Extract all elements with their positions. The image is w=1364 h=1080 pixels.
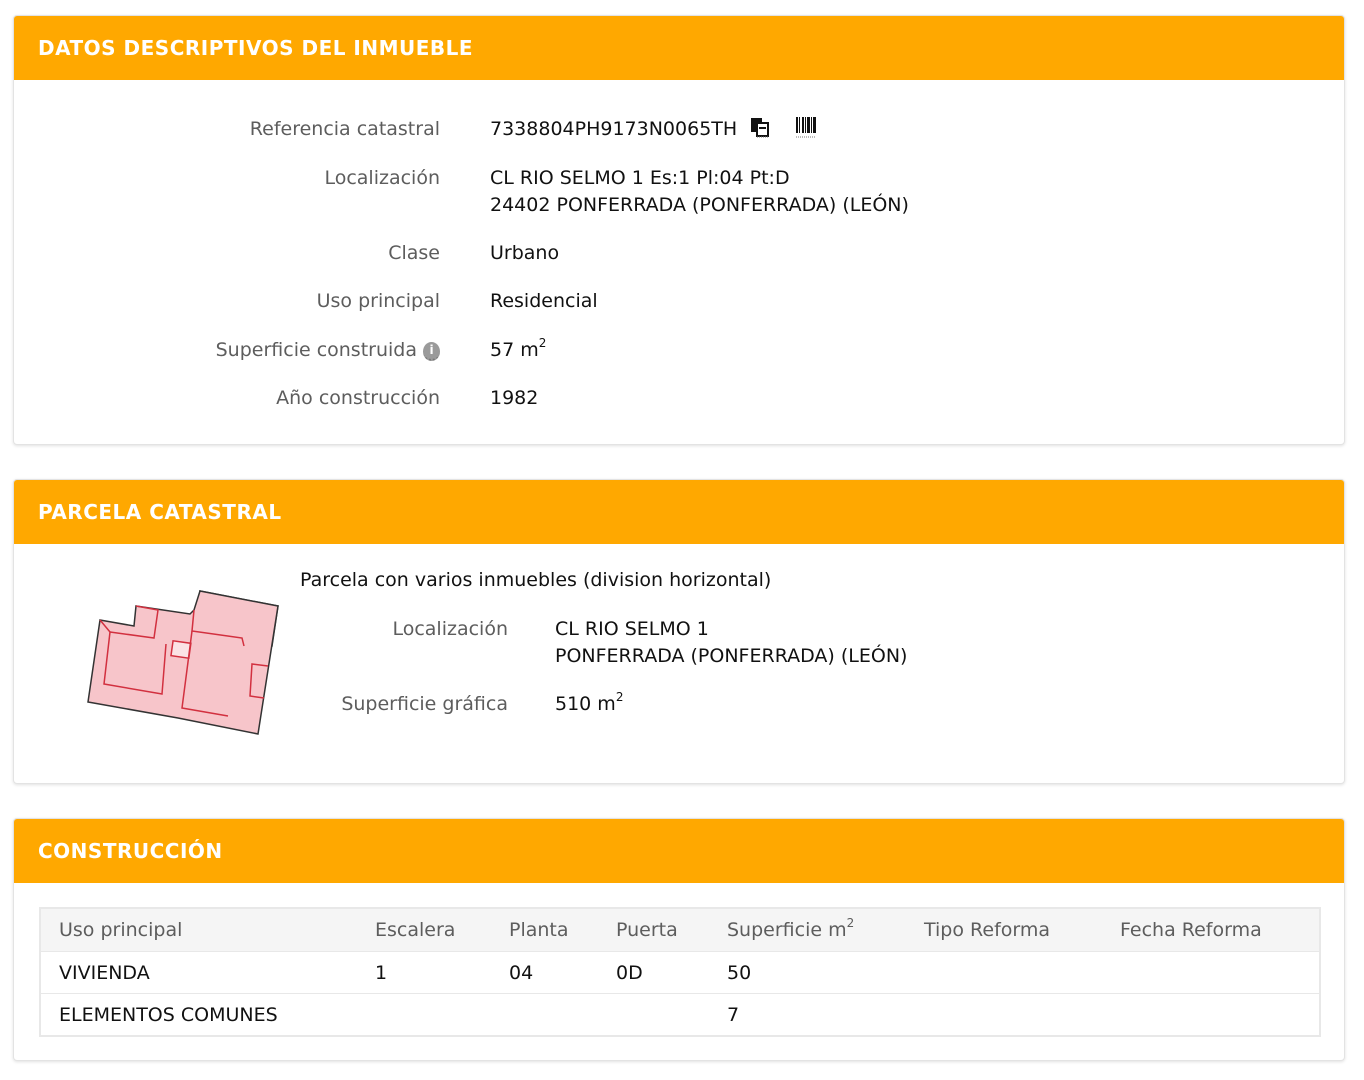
th-superficie: Superficie m2 (709, 908, 906, 952)
parcel-map[interactable] (82, 586, 282, 736)
th-planta: Planta (491, 908, 598, 952)
superficie-grafica-sup: 2 (615, 690, 624, 704)
copy-icon[interactable] (749, 116, 771, 146)
barcode-icon[interactable] (795, 116, 817, 146)
th-fecha-reforma: Fecha Reforma (1102, 908, 1320, 952)
label-localizacion: Localización (324, 167, 440, 189)
value-superficie-construida: 57 m2 (490, 337, 546, 364)
value-uso-principal: Residencial (490, 290, 598, 312)
superficie-construida-sup: 2 (538, 336, 547, 350)
label-anio-construccion: Año construcción (276, 387, 440, 409)
cell-puerta: 0D (598, 951, 709, 994)
panel-title-parcela: PARCELA CATASTRAL (14, 480, 1344, 544)
table-header-row: Uso principal Escalera Planta Puerta Sup… (40, 908, 1320, 952)
localizacion-line2: 24402 PONFERRADA (PONFERRADA) (LEÓN) (490, 194, 909, 216)
cell-fecha-reforma (1102, 994, 1320, 1037)
cell-planta: 04 (491, 951, 598, 994)
label-uso-principal: Uso principal (316, 290, 440, 312)
localizacion-line1: CL RIO SELMO 1 Es:1 Pl:04 Pt:D (490, 167, 790, 189)
info-icon[interactable]: i (423, 342, 440, 361)
cell-superficie: 7 (727, 1003, 740, 1026)
label-superficie-grafica: Superficie gráfica (341, 693, 508, 715)
superficie-grafica-value: 510 m (555, 693, 616, 715)
cell-escalera: 1 (357, 951, 491, 994)
construction-table: Uso principal Escalera Planta Puerta Sup… (39, 907, 1321, 1037)
cell-tipo-reforma (906, 994, 1102, 1037)
label-clase: Clase (388, 242, 440, 264)
cell-superficie: 50 (709, 951, 906, 994)
referencia-text: 7338804PH9173N0065TH (490, 118, 738, 140)
value-referencia: 7338804PH9173N0065TH (490, 116, 817, 146)
panel-title-construccion: CONSTRUCCIÓN (14, 819, 1344, 883)
th-puerta: Puerta (598, 908, 709, 952)
cell-escalera (357, 994, 491, 1037)
label-referencia: Referencia catastral (249, 118, 440, 140)
value-parcela-localizacion: CL RIO SELMO 1 PONFERRADA (PONFERRADA) (… (555, 616, 907, 670)
cell-uso: ELEMENTOS COMUNES (59, 1003, 278, 1026)
parcela-localizacion-line1: CL RIO SELMO 1 (555, 618, 709, 640)
panel-parcela-catastral: PARCELA CATASTRAL Parcela con varios inm… (13, 479, 1345, 784)
superficie-construida-value: 57 m (490, 339, 539, 361)
table-row: VIVIENDA 1 04 0D 50 (40, 951, 1320, 994)
th-escalera: Escalera (357, 908, 491, 952)
table-row: ELEMENTOS COMUNES 7 (40, 994, 1320, 1037)
panel-construccion: CONSTRUCCIÓN Uso principal Escalera Plan… (13, 818, 1345, 1061)
label-parcela-localizacion: Localización (392, 618, 508, 640)
th-uso-principal: Uso principal (40, 908, 357, 952)
label-superficie-construida: Superficie construida i (20, 337, 440, 364)
cell-puerta (598, 994, 709, 1037)
panel-datos-inmueble: DATOS DESCRIPTIVOS DEL INMUEBLE Referenc… (13, 15, 1345, 445)
value-superficie-grafica: 510 m2 (555, 691, 623, 718)
th-superficie-sup: 2 (846, 916, 855, 930)
cell-planta (491, 994, 598, 1037)
cell-tipo-reforma (906, 951, 1102, 994)
panel-title-datos-inmueble: DATOS DESCRIPTIVOS DEL INMUEBLE (14, 16, 1344, 80)
cell-fecha-reforma (1102, 951, 1320, 994)
superficie-construida-text: Superficie construida (215, 339, 417, 361)
parcela-localizacion-line2: PONFERRADA (PONFERRADA) (LEÓN) (555, 645, 908, 667)
th-superficie-text: Superficie m (727, 919, 847, 941)
parcela-description: Parcela con varios inmuebles (division h… (300, 569, 772, 591)
value-clase: Urbano (490, 242, 560, 264)
th-tipo-reforma: Tipo Reforma (906, 908, 1102, 952)
cell-uso: VIVIENDA (40, 951, 357, 994)
value-anio-construccion: 1982 (490, 387, 539, 409)
value-localizacion: CL RIO SELMO 1 Es:1 Pl:04 Pt:D 24402 PON… (490, 165, 909, 219)
